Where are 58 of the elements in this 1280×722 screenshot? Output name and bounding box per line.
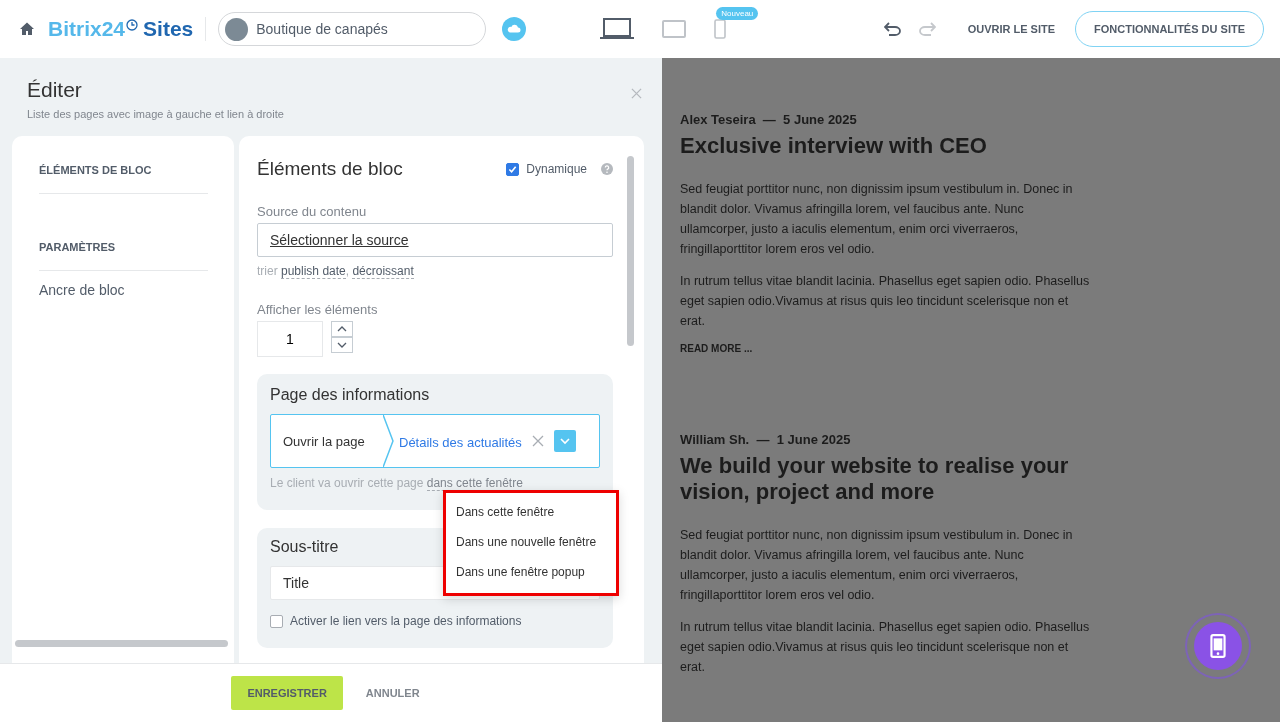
link-checkbox[interactable]: [270, 614, 283, 628]
site-selector[interactable]: Boutique de canapés: [218, 12, 487, 46]
sidebar-heading[interactable]: ÉLÉMENTS DE BLOC: [39, 164, 208, 194]
cancel-button[interactable]: ANNULER: [359, 686, 426, 700]
menu-option[interactable]: Dans une nouvelle fenêtre: [446, 527, 616, 557]
phone-icon[interactable]: [714, 19, 727, 39]
cloud-icon[interactable]: [502, 17, 527, 41]
sort-field-link[interactable]: publish date: [281, 264, 346, 279]
phone-icon: [1210, 634, 1226, 658]
new-badge: Nouveau: [716, 7, 759, 20]
dropdown-button[interactable]: [553, 430, 576, 452]
field-label: Afficher les éléments: [257, 302, 379, 317]
group-title: Page des informations: [270, 386, 430, 404]
group-title: Sous-titre: [270, 538, 339, 556]
panel-title: Éditer: [27, 78, 83, 102]
sort-order-link[interactable]: décroissant: [352, 264, 414, 279]
link-target[interactable]: Détails des actualités: [399, 432, 522, 450]
read-more-link[interactable]: READ MORE ...: [680, 343, 1090, 354]
sidebar-item[interactable]: Ancre de bloc: [39, 282, 208, 298]
home-icon[interactable]: [19, 21, 35, 37]
close-icon[interactable]: [631, 88, 642, 99]
section-title: Éléments de bloc: [257, 158, 404, 180]
open-site-button[interactable]: OUVRIR LE SITE: [961, 22, 1062, 36]
site-thumbnail: [225, 17, 249, 41]
logo[interactable]: Bitrix24 Sites: [48, 17, 194, 41]
field-label: Source du contenu: [257, 204, 368, 219]
post-title: Exclusive interview with CEO: [680, 133, 988, 159]
source-field[interactable]: Sélectionner la source: [257, 223, 613, 257]
sidebar-heading[interactable]: PARAMÈTRES: [39, 241, 208, 271]
sort-separator: ,: [345, 264, 350, 278]
checkbox-label: Activer le lien vers la page des informations: [290, 614, 522, 628]
scrollbar[interactable]: [15, 640, 228, 647]
dynamic-checkbox[interactable]: [506, 162, 520, 176]
tablet-icon[interactable]: [662, 20, 687, 38]
post-text: Sed feugiat porttitor nunc, non dignissim ipsum vestibulum in. Donec in blandit dolor. Vivamus afringilla lorem, vel faucibus ante. Nunc ullamcorper, justo a iaculis elementum, enim orci viverraeros, fringillaporttitor lorem eros vel odio.: [680, 527, 1074, 604]
post-meta: Alex Teseira — 5 June 2025: [680, 112, 858, 127]
scrollbar[interactable]: [627, 156, 634, 346]
post-title: We build your website to realise your vision, project and more: [680, 453, 1070, 505]
undo-icon[interactable]: [883, 22, 902, 36]
checkbox-label: Dynamique: [526, 162, 587, 176]
menu-option[interactable]: Dans cette fenêtre: [446, 497, 616, 527]
decrement-button[interactable]: [331, 337, 353, 353]
post-meta: William Sh. — 1 June 2025: [680, 432, 852, 447]
increment-button[interactable]: [331, 321, 353, 337]
help-icon[interactable]: [601, 163, 613, 175]
sort-label: trier: [257, 264, 278, 278]
site-features-button[interactable]: FONCTIONNALITÉS DU SITE: [1075, 11, 1264, 47]
save-button[interactable]: ENREGISTRER: [231, 676, 343, 710]
clear-icon[interactable]: [531, 435, 544, 447]
count-field[interactable]: 1: [257, 321, 323, 357]
panel-subtitle: Liste des pages avec image à gauche et lien à droite: [27, 108, 284, 120]
page-link-selector[interactable]: Ouvrir la page Détails des actualités: [270, 414, 600, 468]
post-text: Sed feugiat porttitor nunc, non dignissim ipsum vestibulum in. Donec in blandit dolor. Vivamus afringilla lorem, vel faucibus ante. Nunc ullamcorper, justo a iaculis elementum, enim orci viverraeros, fringillaporttitor lorem eros vel odio.: [680, 181, 1074, 258]
link-action-label: Ouvrir la page: [282, 433, 366, 449]
laptop-icon[interactable]: [600, 18, 635, 40]
post-text: In rutrum tellus vitae blandit lacinia. Phasellus eget sapien odio. Phasellus eget sapien odio.Vivamus at risus quis leo tincidunt scelerisque non et erat.: [680, 273, 1090, 330]
post-text: In rutrum tellus vitae blandit lacinia. Phasellus eget sapien odio. Phasellus eget sapien odio.Vivamus at risus quis leo tincidunt scelerisque non et erat.: [680, 619, 1090, 676]
link-hint: Le client va ouvrir cette page: [270, 476, 424, 490]
